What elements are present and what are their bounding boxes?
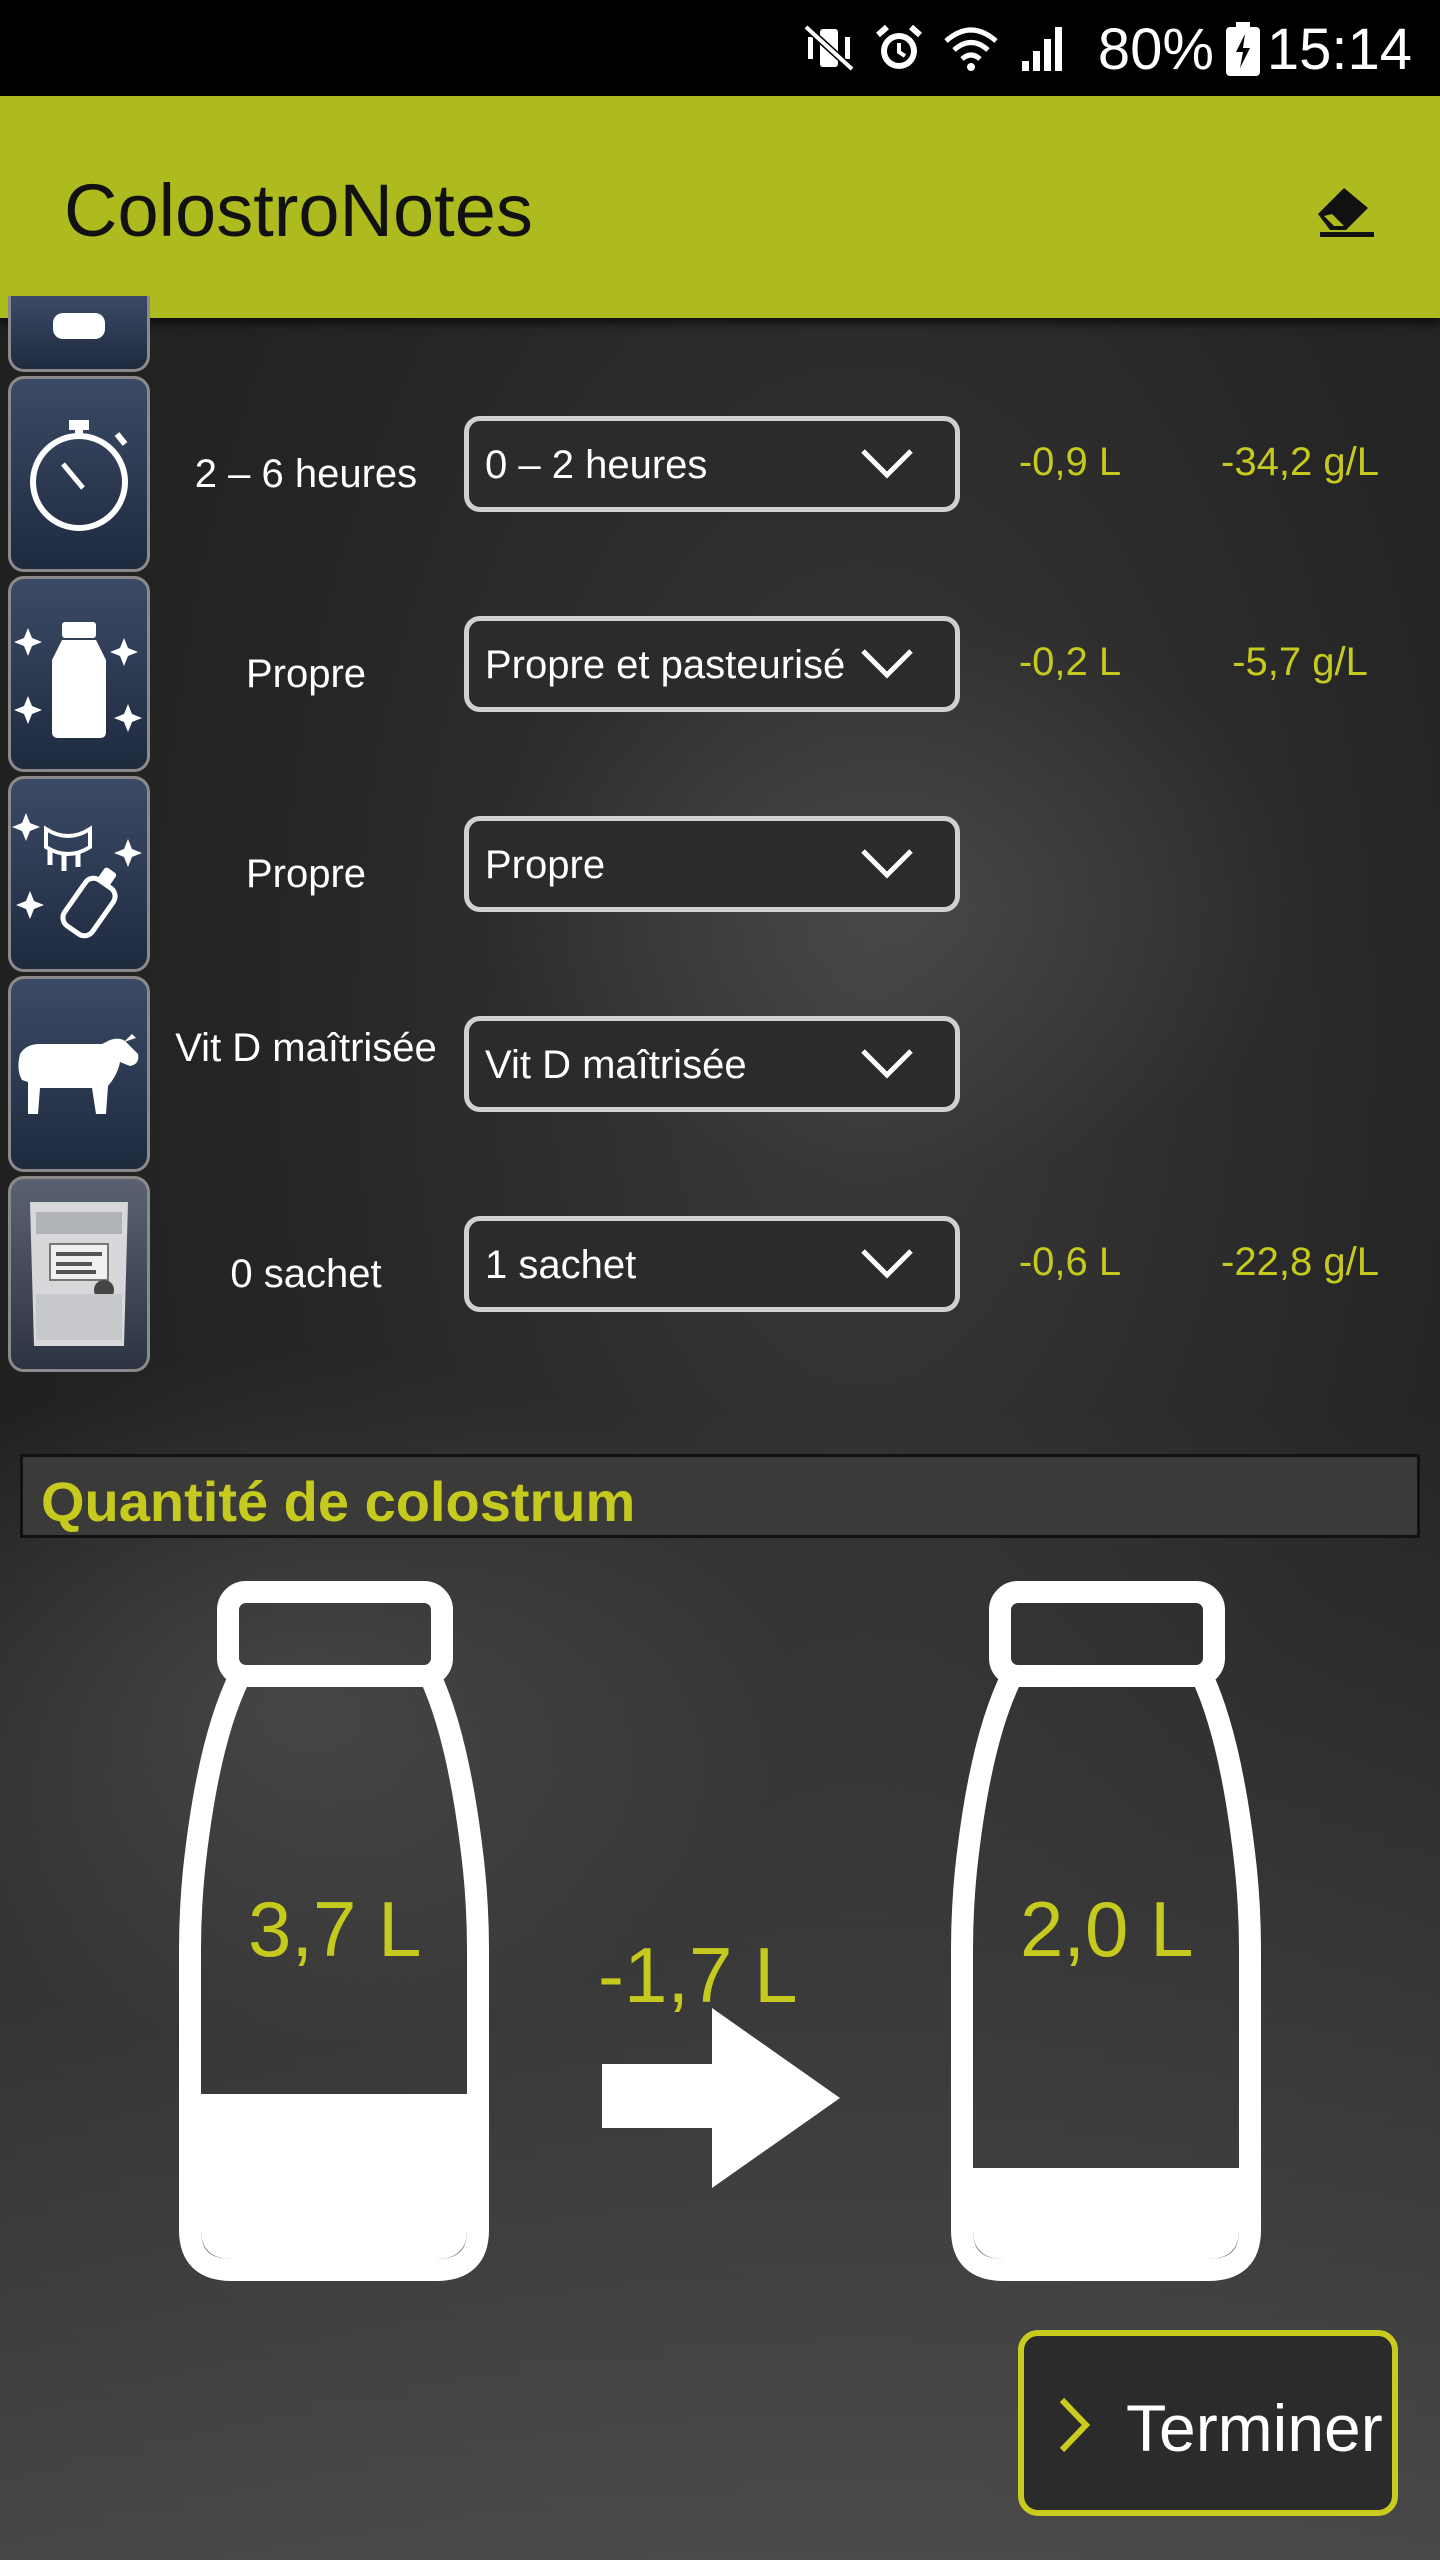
row-icon-partial bbox=[8, 296, 150, 372]
finish-button[interactable]: Terminer bbox=[1018, 2330, 1398, 2516]
sachet-icon bbox=[30, 1202, 128, 1346]
row-delta-concentration: -34,2 g/L bbox=[1221, 440, 1379, 484]
chevron-down-icon bbox=[861, 449, 913, 479]
row-select[interactable]: Propre bbox=[464, 816, 960, 912]
row-select-value: Propre et pasteurisé bbox=[485, 643, 846, 687]
alarm-icon bbox=[876, 24, 922, 69]
clean-equipment-icon bbox=[12, 813, 142, 939]
row-select[interactable]: Vit D maîtrisée bbox=[464, 1016, 960, 1112]
chevron-right-icon bbox=[1059, 2397, 1091, 2453]
row-current-value: Propre bbox=[245, 652, 367, 696]
row-select-value: 1 sachet bbox=[485, 1243, 637, 1287]
wifi-icon bbox=[944, 27, 998, 71]
clean-bottle-icon bbox=[14, 622, 142, 738]
chevron-down-icon bbox=[861, 1049, 913, 1079]
bottle-partial-icon bbox=[53, 312, 105, 339]
row-icon bbox=[8, 376, 150, 572]
row-current-value: Propre bbox=[245, 852, 367, 896]
factor-row-time: 2 – 6 heures 0 – 2 heures -0,9 L -34,2 g… bbox=[0, 376, 1440, 572]
status-bar: 80% 15:14 bbox=[0, 0, 1440, 96]
cow-icon bbox=[18, 1034, 139, 1114]
row-current-value: 0 sachet bbox=[230, 1252, 382, 1296]
row-delta-volume: -0,2 L bbox=[1018, 640, 1122, 684]
factor-row-hygiene-bottle: Propre Propre et pasteurisé -0,2 L -5,7 … bbox=[0, 576, 1440, 772]
row-icon bbox=[8, 976, 150, 1172]
section-header: Quantité de colostrum bbox=[20, 1454, 1420, 1538]
chevron-down-icon bbox=[861, 1249, 913, 1279]
row-current-value: Vit D maîtrisée bbox=[175, 1026, 437, 1070]
signal-icon bbox=[1022, 27, 1062, 71]
volume-after: 2,0 L bbox=[1020, 1885, 1194, 1973]
factor-row-supplement: 0 sachet 1 sachet -0,6 L -22,8 g/L bbox=[0, 1176, 1440, 1372]
factor-row-hygiene-equipment: Propre Propre bbox=[0, 776, 1440, 972]
stopwatch-icon bbox=[30, 420, 128, 531]
chevron-down-icon bbox=[861, 849, 913, 879]
battery-icon bbox=[1226, 22, 1260, 76]
row-delta-concentration: -22,8 g/L bbox=[1221, 1240, 1379, 1284]
volume-before: 3,7 L bbox=[248, 1885, 422, 1973]
factor-row-vitamin-d: Vit D maîtrisée Vit D maîtrisée bbox=[0, 976, 1440, 1172]
vibrate-mute-icon bbox=[803, 24, 855, 72]
arrow-right-icon bbox=[602, 2008, 840, 2188]
section-title: Quantité de colostrum bbox=[41, 1470, 636, 1533]
row-current-value: 2 – 6 heures bbox=[194, 452, 418, 496]
eraser-icon[interactable] bbox=[1310, 178, 1380, 238]
finish-button-label: Terminer bbox=[1126, 2391, 1383, 2465]
row-select[interactable]: 1 sachet bbox=[464, 1216, 960, 1312]
row-delta-volume: -0,9 L bbox=[1018, 440, 1122, 484]
row-icon bbox=[8, 1176, 150, 1372]
row-select[interactable]: Propre et pasteurisé bbox=[464, 616, 960, 712]
volume-delta: -1,7 L bbox=[598, 1931, 798, 2019]
row-delta-concentration: -5,7 g/L bbox=[1232, 640, 1368, 684]
app-bar: ColostroNotes bbox=[0, 96, 1440, 318]
row-select[interactable]: 0 – 2 heures bbox=[464, 416, 960, 512]
row-icon bbox=[8, 776, 150, 972]
clock: 15:14 bbox=[1266, 17, 1412, 82]
battery-percent: 80% bbox=[1097, 17, 1214, 82]
row-delta-volume: -0,6 L bbox=[1018, 1240, 1122, 1284]
row-select-value: Propre bbox=[485, 843, 606, 887]
row-icon bbox=[8, 576, 150, 772]
chevron-down-icon bbox=[861, 649, 913, 679]
row-select-value: 0 – 2 heures bbox=[485, 443, 708, 487]
app-title: ColostroNotes bbox=[64, 169, 533, 252]
row-select-value: Vit D maîtrisée bbox=[485, 1043, 747, 1087]
